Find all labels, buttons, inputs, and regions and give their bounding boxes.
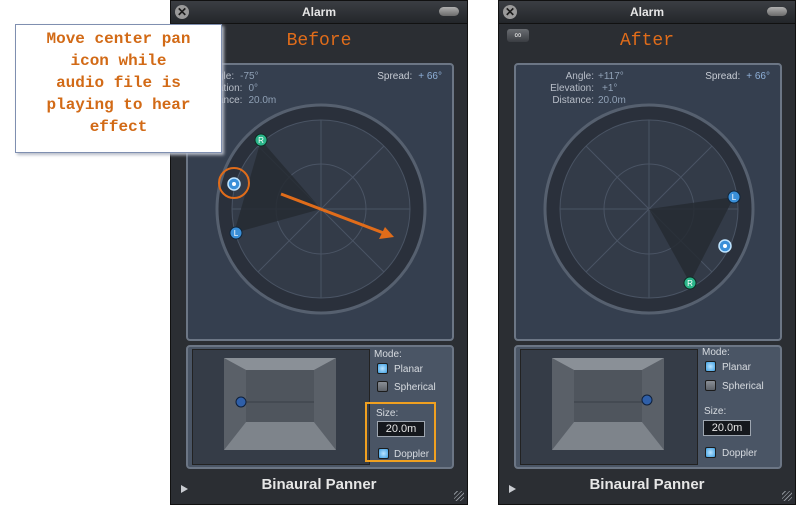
planar-checkbox[interactable]	[705, 361, 716, 372]
room-view[interactable]	[520, 349, 698, 465]
mode-panel: Mode: Planar Spherical Size: 20.0m Doppl…	[514, 345, 782, 469]
room-graphic	[224, 358, 336, 450]
room-back-wall	[246, 370, 314, 422]
window-title: Alarm	[629, 5, 664, 19]
resize-grip-icon[interactable]	[454, 491, 464, 501]
plugin-name: Binaural Panner	[261, 476, 377, 493]
zoom-button[interactable]	[767, 7, 787, 16]
plugin-name: Binaural Panner	[589, 476, 705, 493]
room-view[interactable]	[192, 349, 370, 465]
pan-circle[interactable]: R L	[188, 65, 452, 339]
spherical-checkbox[interactable]	[705, 380, 716, 391]
mode-label: Mode:	[374, 349, 402, 360]
doppler-label: Doppler	[722, 448, 758, 459]
spherical-label: Spherical	[394, 382, 436, 393]
left-marker-label: L	[732, 193, 737, 202]
room-source-icon[interactable]	[235, 396, 247, 408]
planar-checkbox[interactable]	[377, 363, 388, 374]
size-doppler-highlight	[365, 402, 436, 462]
spherical-checkbox[interactable]	[377, 381, 388, 392]
mode-label: Mode:	[702, 347, 730, 358]
size-field[interactable]: 20.0m	[703, 420, 751, 436]
size-label: Size:	[704, 406, 727, 417]
room-back-wall	[574, 370, 642, 422]
right-marker-label: R	[687, 279, 693, 288]
spherical-label: Spherical	[722, 381, 764, 392]
panner-display[interactable]: Angle: +117° Elevation: +1° Distance: 20…	[514, 63, 782, 341]
pan-circle[interactable]: L R	[516, 65, 780, 339]
instruction-callout: Move center pan icon while audio file is…	[15, 24, 222, 153]
title-bar[interactable]: ✕ Alarm	[499, 1, 795, 24]
binaural-panner-window-after: ✕ Alarm ∞ After Angle: +117° Elevation: …	[498, 0, 796, 505]
right-marker-label: R	[258, 136, 264, 145]
title-bar[interactable]: ✕ Alarm	[171, 1, 467, 24]
planar-label: Planar	[394, 364, 423, 375]
room-source-icon[interactable]	[641, 394, 653, 406]
window-title: Alarm	[301, 5, 336, 19]
zoom-button[interactable]	[439, 7, 459, 16]
planar-label: Planar	[722, 362, 751, 373]
panner-display[interactable]: gle: -75° ation: 0° ance: 20.0m Spread: + 66…	[186, 63, 454, 341]
center-pan-dot	[232, 182, 236, 186]
left-marker-label: L	[234, 229, 239, 238]
after-heading: After	[619, 31, 674, 51]
resize-grip-icon[interactable]	[782, 491, 792, 501]
room-graphic	[552, 358, 664, 450]
center-pan-dot	[723, 244, 727, 248]
doppler-checkbox[interactable]	[705, 447, 716, 458]
